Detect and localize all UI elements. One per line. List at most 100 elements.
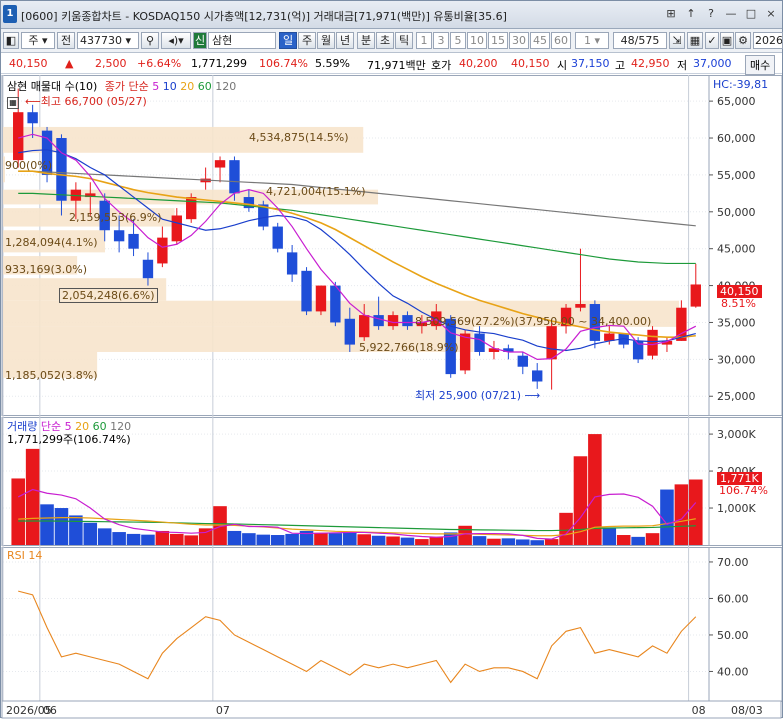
price-tick-label: 55,000 (717, 169, 756, 182)
sound-icon[interactable]: ◂)▾ (161, 32, 191, 49)
rsi-panel-frame (1, 547, 710, 702)
save-icon[interactable]: ▣ (720, 32, 734, 49)
legend-ma120: 120 (215, 80, 237, 93)
search-icon[interactable]: ⚲ (141, 32, 159, 49)
close-icon[interactable]: × (764, 7, 778, 21)
price-legend-name: 삼현 매물대 수(10) (7, 80, 98, 93)
price-tick-label: 45,000 (717, 243, 756, 256)
volume-bar-up (429, 536, 444, 545)
candle-down (301, 270, 312, 312)
arrow-icon[interactable]: ⇲ (669, 32, 685, 49)
buy-button[interactable]: 매수 (745, 55, 776, 75)
profile-label-5: 933,169(3.0%) (5, 263, 88, 276)
page-field[interactable]: 48/575 (613, 32, 667, 49)
volume-bar-down (83, 522, 98, 545)
tab-year[interactable]: 년 (336, 32, 354, 49)
legend-ma60: 60 (197, 80, 212, 93)
candle-up (186, 197, 197, 220)
candle-down (402, 315, 413, 327)
volume-bar-down (602, 527, 617, 545)
x-axis-bar (1, 700, 782, 719)
grid-icon[interactable]: ▦ (687, 32, 703, 49)
maximize-icon[interactable]: □ (744, 7, 758, 21)
volume-bar-down (472, 536, 487, 545)
interval-10[interactable]: 10 (467, 32, 487, 49)
volume-bar-up (184, 535, 198, 545)
all-button[interactable]: 전 (57, 32, 75, 49)
open-label: 시 (557, 59, 568, 72)
hoga-label: 호가 (431, 59, 452, 72)
tab-second[interactable]: 초 (376, 32, 394, 49)
volume-bar-up (645, 533, 660, 545)
interval-15[interactable]: 15 (488, 32, 508, 49)
candle-down (113, 230, 125, 242)
date-field[interactable]: 2026/ (753, 32, 783, 49)
rsi-layer (18, 590, 697, 684)
volume-value: 1,771,299 (191, 57, 247, 70)
volume-bar-down (242, 533, 256, 545)
price-tick-label: 35,000 (717, 316, 756, 329)
minimize-icon[interactable]: — (724, 7, 738, 21)
volume-ratio: 106.74% (259, 57, 308, 70)
chart-toggle-icon[interactable]: ◧ (3, 32, 19, 49)
x-axis-label: 08/03 (731, 704, 763, 717)
volume-bar-up (415, 539, 429, 545)
tab-month[interactable]: 월 (317, 32, 335, 49)
interval-60[interactable]: 60 (551, 32, 571, 49)
volume-tag-percent: 106.74% (719, 484, 768, 497)
candle-up (575, 304, 586, 308)
high-price: 42,950 (631, 57, 670, 70)
stock-name-field[interactable]: 삼현 (208, 32, 276, 49)
change-percent: +6.64% (137, 57, 182, 70)
candle-down (532, 370, 543, 382)
volume-bar-down (54, 508, 69, 545)
interval-3[interactable]: 3 (433, 32, 449, 49)
layout-icon[interactable]: ⊞ (664, 7, 678, 21)
volume-bar-down (270, 535, 285, 545)
chart-area[interactable]: 65,00060,00055,00050,00045,00040,00035,0… (1, 75, 783, 719)
interval-5[interactable]: 5 (450, 32, 466, 49)
legend-ma20: 20 (180, 80, 195, 93)
tab-week[interactable]: 주 (298, 32, 316, 49)
profile-label-8: 5,922,766(18.9%) (359, 341, 459, 354)
amount-value: 71,971백만 (367, 59, 426, 72)
chart-canvas[interactable]: 65,00060,00055,00050,00045,00040,00035,0… (1, 75, 783, 719)
candle-down (142, 259, 154, 279)
volume-bar-down (97, 528, 112, 545)
tab-tick[interactable]: 틱 (395, 32, 413, 49)
profile-label-7: 8,509,569(27.2%)(37,950.00 ~ 34,400.00) (415, 315, 652, 328)
panel-settings-icon[interactable]: ▦ (7, 97, 19, 109)
candle-down (56, 138, 67, 201)
title-bar[interactable]: 1 [0600] 키움종합차트 - KOSDAQ150 시가총액[12,731(… (1, 1, 782, 29)
profile-label-4: 1,284,094(4.1%) (5, 236, 98, 249)
interval-1[interactable]: 1 (416, 32, 432, 49)
volume-bar-down (256, 534, 271, 545)
help-icon[interactable]: ? (704, 7, 718, 21)
gear-icon[interactable]: ⚙ (735, 32, 751, 49)
candle-down (27, 112, 38, 124)
price-tick-label: 25,000 (717, 390, 756, 403)
count-select[interactable]: 1 ▾ (575, 32, 609, 49)
up-arrow-icon: ▲ (65, 57, 74, 70)
volume-bar-down (371, 535, 386, 545)
grid-layer (1, 75, 783, 718)
tab-minute[interactable]: 분 (357, 32, 375, 49)
candle-up (214, 160, 226, 168)
interval-45[interactable]: 45 (530, 32, 550, 49)
chart-app-icon: 1 (3, 5, 17, 23)
pin-icon[interactable]: ↑ (684, 7, 698, 21)
volume-bar-up (458, 525, 472, 545)
code-input[interactable]: 437730 ▾ (77, 32, 139, 49)
checkmark-icon[interactable]: ✓ (705, 32, 719, 49)
volume-tick-label: 3,000K (717, 428, 756, 441)
period-select[interactable]: 주 ▾ (21, 32, 55, 49)
current-percent-tag: 8.51% (721, 297, 756, 310)
tab-day[interactable]: 일 (279, 32, 297, 49)
volume-bar-down (530, 540, 544, 545)
rsi-tick-label: 70.00 (717, 556, 749, 569)
low-annotation-text: 최저 25,900 (07/21) (415, 389, 522, 402)
high-label: 고 (615, 59, 626, 72)
volume-bar-down (69, 515, 83, 545)
interval-30[interactable]: 30 (509, 32, 529, 49)
candle-down (128, 233, 139, 249)
